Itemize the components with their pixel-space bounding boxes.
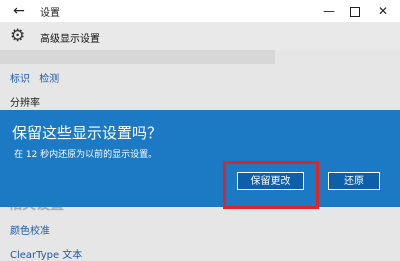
detect-link[interactable]: 检测 [39, 74, 59, 85]
keep-changes-button[interactable]: 保留更改 [237, 172, 304, 190]
title-bar: ← 设置 — ✕ [0, 0, 400, 22]
dialog-message: 在 12 秒内还原为以前的显示设置。 [14, 150, 158, 160]
identify-link[interactable]: 标识 [10, 74, 30, 85]
resolution-label: 分辨率 [10, 98, 40, 109]
maximize-button[interactable] [342, 0, 368, 22]
gear-icon: ⚙ [10, 26, 26, 46]
maximize-icon [350, 7, 360, 17]
display-links: 标识 检测 [10, 70, 65, 85]
window-title: 设置 [40, 8, 60, 19]
dialog-title: 保留这些显示设置吗？ [12, 124, 163, 142]
close-button[interactable]: ✕ [370, 0, 396, 22]
minimize-button[interactable]: — [316, 0, 342, 22]
revert-button[interactable]: 还原 [328, 172, 380, 190]
header-divider [0, 50, 275, 64]
page-title: 高级显示设置 [40, 34, 100, 45]
color-calibration-link[interactable]: 颜色校准 [10, 222, 50, 237]
keep-settings-dialog: 保留这些显示设置吗？ 在 12 秒内还原为以前的显示设置。 保留更改 还原 [0, 110, 400, 207]
back-arrow-icon[interactable]: ← [10, 2, 28, 20]
page-header: ⚙ 高级显示设置 [0, 22, 400, 50]
